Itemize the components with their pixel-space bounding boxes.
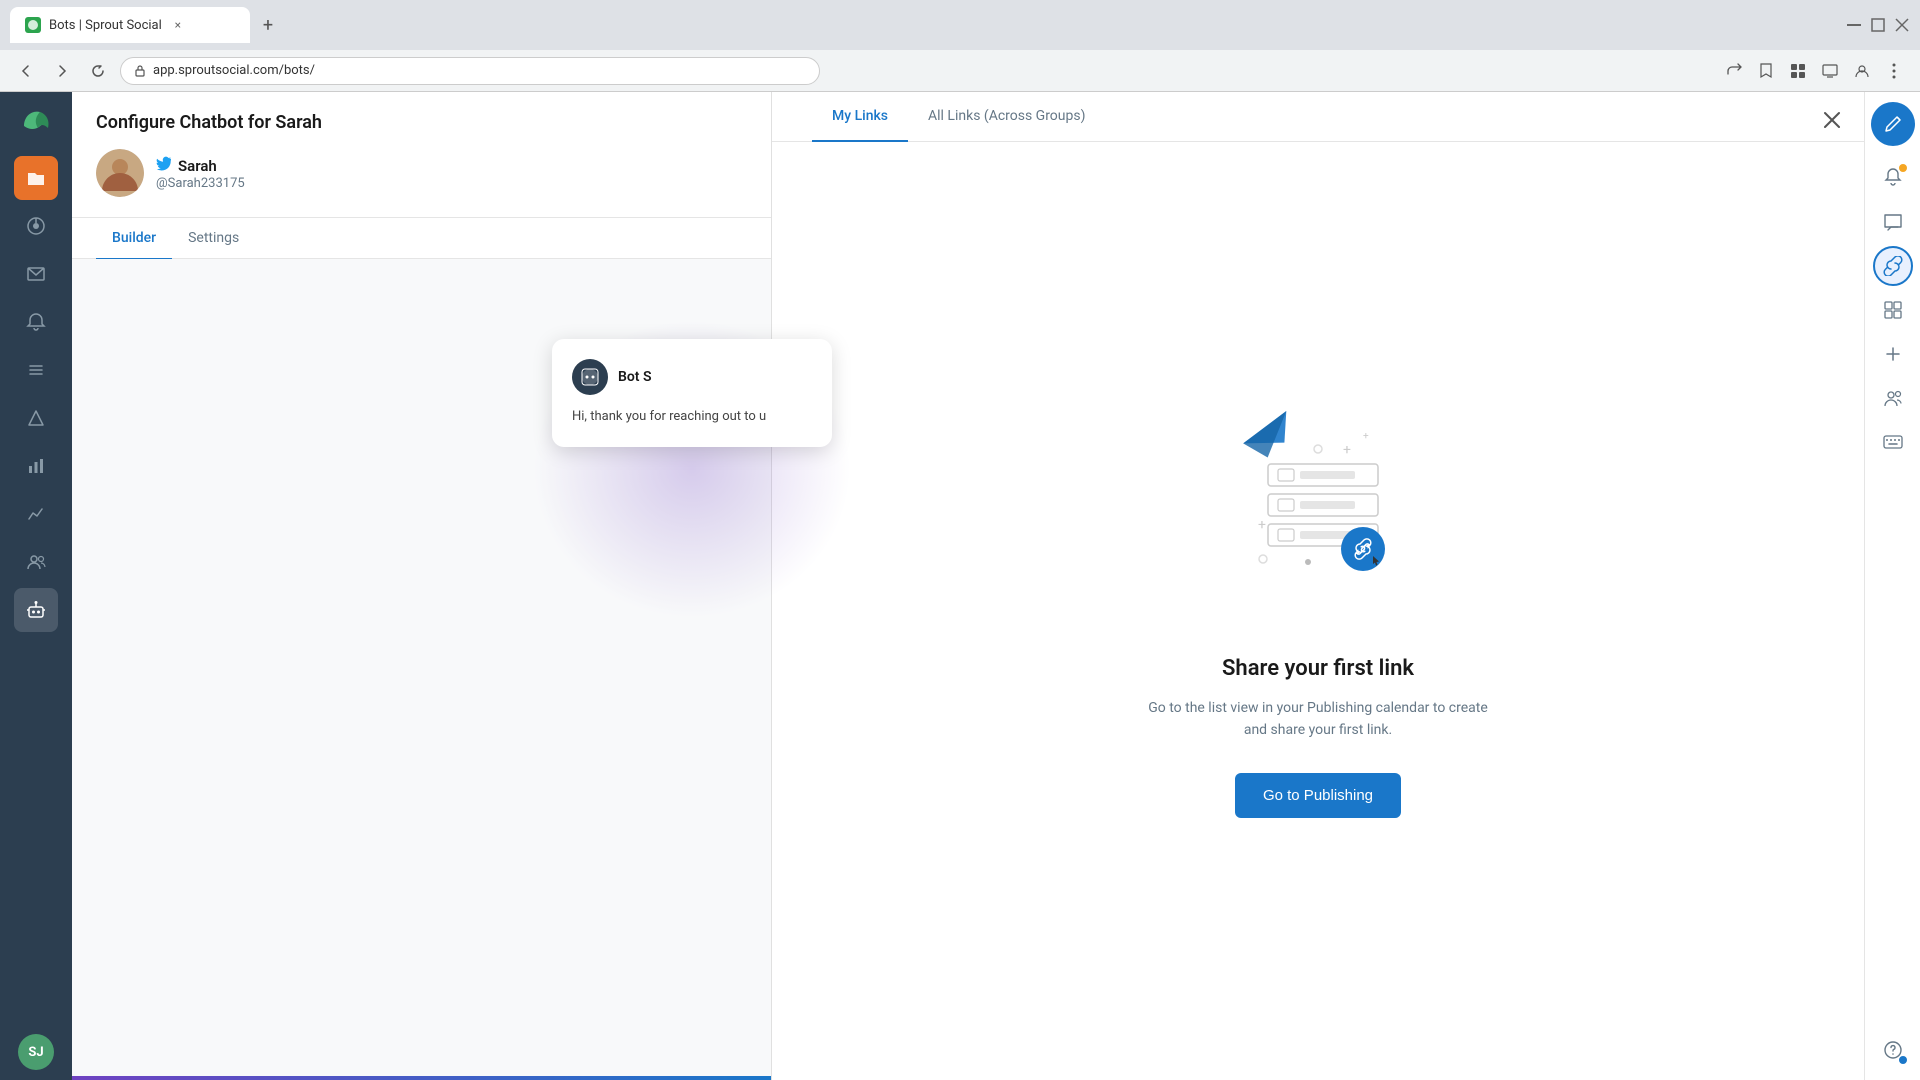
- tab-favicon: [25, 17, 41, 33]
- tab-builder[interactable]: Builder: [96, 218, 172, 260]
- chatbot-title: Configure Chatbot for Sarah: [96, 112, 747, 133]
- profile-info: Sarah @Sarah233175: [156, 156, 245, 191]
- window-close-button[interactable]: [1894, 17, 1910, 33]
- window-minimize-button[interactable]: [1846, 17, 1862, 33]
- chatbot-divider: [72, 1076, 771, 1080]
- action-messages-button[interactable]: [1873, 202, 1913, 242]
- sidebar-item-tasks[interactable]: [14, 348, 58, 392]
- chatbot-body: Bot S Hi, thank you for reaching out to …: [72, 259, 771, 1080]
- notification-dot: [1899, 164, 1907, 172]
- sidebar-item-publishing[interactable]: [14, 396, 58, 440]
- sidebar-logo[interactable]: [16, 102, 56, 142]
- window-controls: [1846, 17, 1910, 33]
- profile-avatar: [96, 149, 144, 197]
- tab-title: Bots | Sprout Social: [49, 18, 162, 33]
- browser-toolbar: app.sproutsocial.com/bots/: [0, 50, 1920, 92]
- app-container: SJ Configure Chatbot for Sarah: [0, 92, 1920, 1080]
- share-first-link-title: Share your first link: [1222, 656, 1414, 681]
- tab-my-links[interactable]: My Links: [812, 92, 908, 142]
- action-keyboard-button[interactable]: [1873, 422, 1913, 462]
- chatbot-panel: Configure Chatbot for Sarah Sa: [72, 92, 772, 1080]
- share-link-illustration: + + +: [1208, 404, 1428, 624]
- twitter-icon: [156, 156, 172, 176]
- bot-icon: [572, 359, 608, 395]
- browser-tab[interactable]: Bots | Sprout Social ×: [10, 7, 250, 43]
- action-link-button[interactable]: [1873, 246, 1913, 286]
- go-to-publishing-button[interactable]: Go to Publishing: [1235, 773, 1401, 818]
- share-first-link-desc: Go to the list view in your Publishing c…: [1138, 697, 1498, 742]
- action-help-button-wrapper: [1873, 1030, 1913, 1070]
- link-panel-body: + + +: [772, 142, 1864, 1080]
- right-action-bar: [1864, 92, 1920, 1080]
- link-panel-close-button[interactable]: [1816, 104, 1848, 136]
- link-panel-tabs: My Links All Links (Across Groups): [772, 92, 1864, 142]
- profile-name: Sarah: [156, 156, 245, 176]
- window-maximize-button[interactable]: [1870, 17, 1886, 33]
- help-notification-dot: [1899, 1056, 1907, 1064]
- chatbot-header: Configure Chatbot for Sarah Sa: [72, 92, 771, 218]
- address-bar[interactable]: app.sproutsocial.com/bots/: [120, 57, 820, 85]
- action-add-button[interactable]: [1873, 334, 1913, 374]
- sidebar-item-notifications[interactable]: [14, 300, 58, 344]
- sidebar: SJ: [0, 92, 72, 1080]
- url-text: app.sproutsocial.com/bots/: [153, 63, 315, 78]
- toolbar-icons: [1720, 57, 1908, 85]
- action-help-button[interactable]: [1873, 1030, 1913, 1070]
- back-button[interactable]: [12, 57, 40, 85]
- profile-icon[interactable]: [1848, 57, 1876, 85]
- browser-titlebar: Bots | Sprout Social × +: [0, 0, 1920, 50]
- action-notifications-button[interactable]: [1873, 158, 1913, 198]
- more-icon[interactable]: [1880, 57, 1908, 85]
- bot-message-header: Bot S: [572, 359, 812, 395]
- profile-handle: @Sarah233175: [156, 176, 245, 191]
- tab-close-button[interactable]: ×: [170, 17, 186, 33]
- sidebar-item-inbox[interactable]: [14, 252, 58, 296]
- extensions-icon[interactable]: [1784, 57, 1812, 85]
- bot-message-card: Bot S Hi, thank you for reaching out to …: [552, 339, 832, 447]
- lock-icon: [133, 64, 147, 78]
- sidebar-item-people[interactable]: [14, 540, 58, 584]
- bot-name: Bot S: [618, 369, 652, 385]
- link-panel: My Links All Links (Across Groups): [772, 92, 1864, 1080]
- compose-button[interactable]: [1871, 102, 1915, 146]
- tab-settings[interactable]: Settings: [172, 218, 255, 260]
- refresh-button[interactable]: [84, 57, 112, 85]
- tab-all-links[interactable]: All Links (Across Groups): [908, 92, 1105, 142]
- sidebar-item-folder[interactable]: [14, 156, 58, 200]
- action-people-button[interactable]: [1873, 378, 1913, 418]
- svg-text:+: +: [1258, 517, 1266, 533]
- bookmark-icon[interactable]: [1752, 57, 1780, 85]
- action-grid-button[interactable]: [1873, 290, 1913, 330]
- sidebar-item-bots[interactable]: [14, 588, 58, 632]
- share-icon[interactable]: [1720, 57, 1748, 85]
- chatbot-tabs-container: Builder Settings: [72, 218, 771, 259]
- chatbot-profile: Sarah @Sarah233175: [96, 149, 747, 197]
- sidebar-item-dashboard[interactable]: [14, 204, 58, 248]
- chatbot-tabs: Builder Settings: [96, 218, 747, 258]
- svg-text:+: +: [1363, 431, 1369, 442]
- cast-icon[interactable]: [1816, 57, 1844, 85]
- new-tab-button[interactable]: +: [254, 11, 282, 39]
- sidebar-item-analytics-bar[interactable]: [14, 444, 58, 488]
- sidebar-user-avatar[interactable]: SJ: [18, 1034, 54, 1070]
- svg-text:+: +: [1343, 442, 1351, 458]
- forward-button[interactable]: [48, 57, 76, 85]
- sidebar-item-analytics-chart[interactable]: [14, 492, 58, 536]
- browser-chrome: Bots | Sprout Social × + app: [0, 0, 1920, 92]
- bot-message-text: Hi, thank you for reaching out to u: [572, 407, 812, 427]
